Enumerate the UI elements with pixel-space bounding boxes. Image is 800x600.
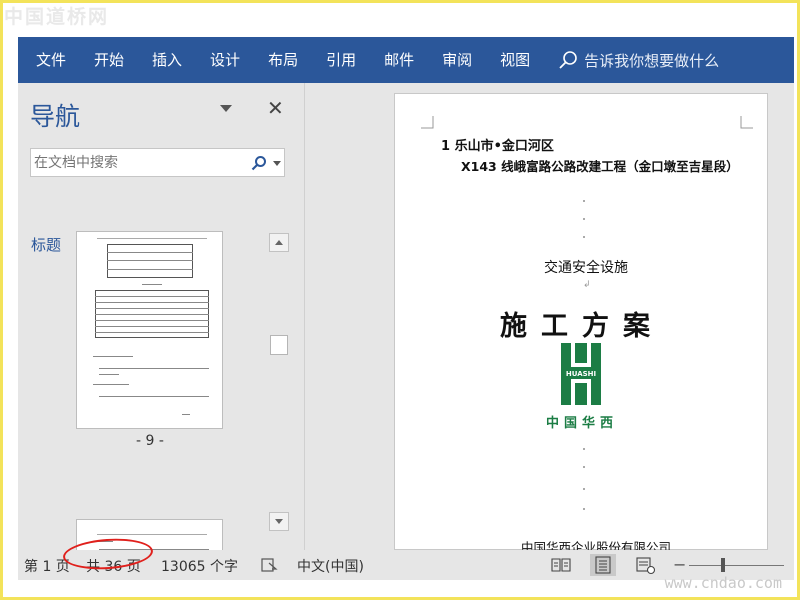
watermark-bottom: www.cndao.com [664, 574, 782, 592]
web-layout-icon [636, 557, 656, 575]
svg-text:HUASHI: HUASHI [566, 370, 596, 378]
zoom-slider-track[interactable] [689, 565, 784, 566]
read-mode-button[interactable] [548, 554, 574, 576]
doc-line-project: X143 线峨富路公路改建工程（金口墩至吉星段） [461, 159, 739, 174]
status-language[interactable]: 中文(中国) [297, 556, 364, 576]
page-thumbnail-9[interactable] [76, 231, 223, 429]
tab-view[interactable]: 视图 [486, 37, 544, 83]
word-window: 文件 开始 插入 设计 布局 引用 邮件 审阅 视图 告诉我你想要做什么 导航 … [18, 37, 794, 580]
margin-corner-marks [421, 116, 753, 129]
web-layout-button[interactable] [632, 554, 658, 576]
tab-design[interactable]: 设计 [196, 37, 254, 83]
proofing-icon[interactable] [261, 557, 279, 573]
ribbon-tabs: 文件 开始 插入 设计 布局 引用 邮件 审阅 视图 告诉我你想要做什么 [18, 37, 794, 83]
status-word-count[interactable]: 13065 个字 [161, 556, 238, 576]
zoom-out-button[interactable]: − [673, 555, 686, 574]
thumbnail-scrollbar[interactable] [269, 233, 289, 531]
logo-company-name: 中国华西 [545, 416, 618, 431]
document-canvas: 1 乐山市•金口河区 X143 线峨富路公路改建工程（金口墩至吉星段） 交通安全… [306, 83, 794, 555]
watermark-top: 中国道桥网 [4, 6, 110, 28]
scroll-up-button[interactable] [269, 233, 289, 252]
print-layout-icon [595, 556, 611, 574]
tab-references[interactable]: 引用 [312, 37, 370, 83]
nav-options-dropdown-icon[interactable] [220, 105, 232, 112]
tab-review[interactable]: 审阅 [428, 37, 486, 83]
thumbnail-page-label: - 9 - [136, 433, 164, 449]
search-icon[interactable] [251, 155, 267, 171]
zoom-slider-thumb[interactable] [721, 558, 725, 572]
navigation-pane: 导航 ✕ 标题 页面 结果 [18, 83, 305, 550]
scroll-thumb[interactable] [270, 335, 288, 355]
tab-home[interactable]: 开始 [80, 37, 138, 83]
doc-title: 施工方案 [500, 311, 664, 342]
print-layout-button[interactable] [590, 554, 616, 576]
document-page[interactable]: 1 乐山市•金口河区 X143 线峨富路公路改建工程（金口墩至吉星段） 交通安全… [394, 93, 768, 555]
close-icon[interactable]: ✕ [267, 96, 284, 120]
tab-layout[interactable]: 布局 [254, 37, 312, 83]
tab-file[interactable]: 文件 [22, 37, 80, 83]
doc-subtitle: 交通安全设施 [544, 260, 628, 276]
search-input[interactable] [34, 154, 234, 172]
huashi-logo: HUASHI [561, 343, 601, 405]
tell-me-box[interactable]: 告诉我你想要做什么 [558, 37, 719, 83]
scroll-down-button[interactable] [269, 512, 289, 531]
tab-insert[interactable]: 插入 [138, 37, 196, 83]
nav-search-box[interactable] [30, 148, 285, 177]
lightbulb-search-icon [559, 51, 577, 69]
doc-line-location: 1 乐山市•金口河区 [441, 139, 554, 154]
nav-tab-headings[interactable]: 标题 [31, 234, 61, 255]
tell-me-text: 告诉我你想要做什么 [584, 51, 720, 70]
tab-mailings[interactable]: 邮件 [370, 37, 428, 83]
search-options-chevron-icon[interactable] [273, 161, 281, 166]
read-mode-icon [551, 558, 571, 572]
nav-title: 导航 [30, 102, 81, 131]
